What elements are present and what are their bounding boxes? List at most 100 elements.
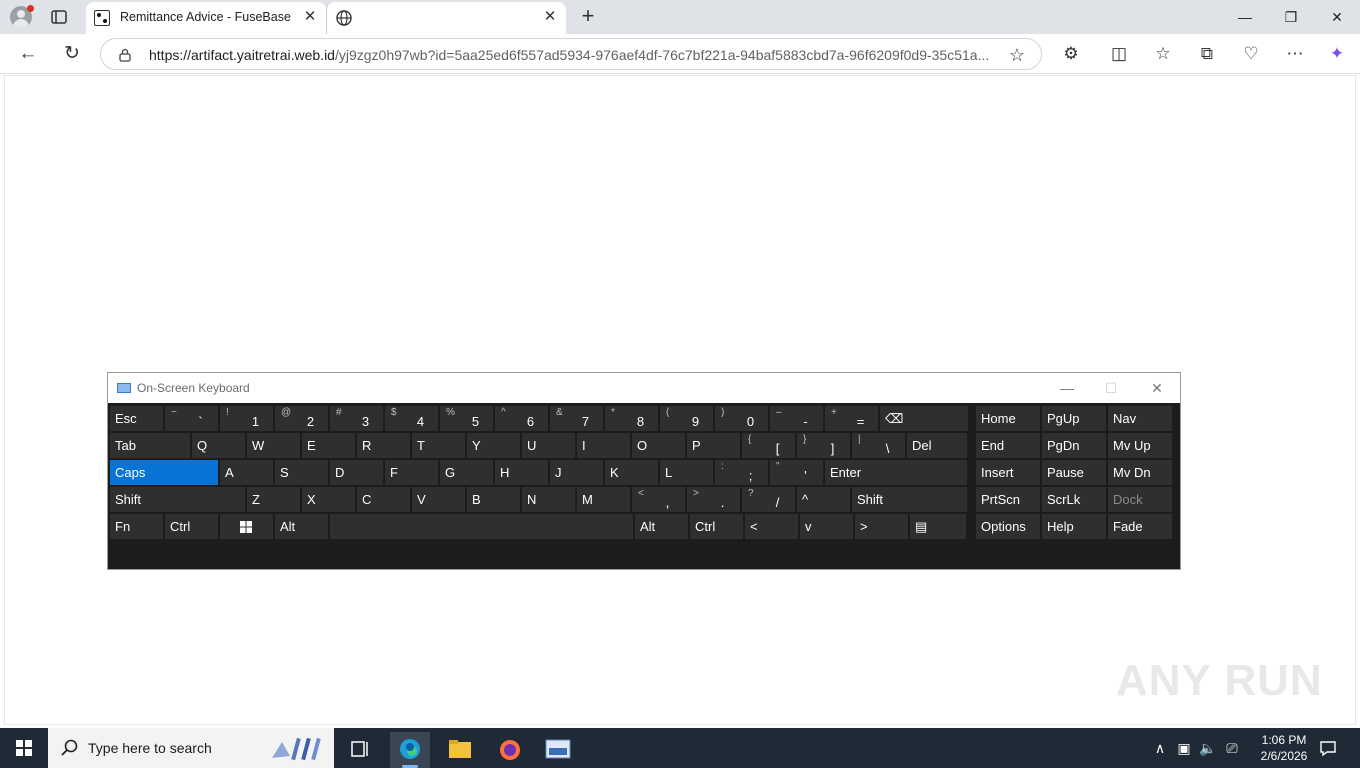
key-blank[interactable]: < — [745, 514, 798, 539]
key-mv-dn[interactable]: Mv Dn — [1108, 460, 1172, 485]
firefox-icon[interactable] — [490, 732, 530, 768]
key-fn[interactable]: Fn — [110, 514, 163, 539]
file-explorer-icon[interactable] — [440, 732, 480, 768]
key-z[interactable]: Z — [247, 487, 300, 512]
key-7[interactable]: & 7 — [550, 406, 603, 431]
key-0[interactable]: ) 0 — [715, 406, 768, 431]
key-t[interactable]: T — [412, 433, 465, 458]
key-v[interactable]: V — [412, 487, 465, 512]
key-r[interactable]: R — [357, 433, 410, 458]
key-a[interactable]: A — [220, 460, 273, 485]
network-icon[interactable]: ⎚ — [1222, 738, 1242, 758]
key-f[interactable]: F — [385, 460, 438, 485]
key-esc[interactable]: Esc — [110, 406, 163, 431]
key-nav[interactable]: Nav — [1108, 406, 1172, 431]
key-insert[interactable]: Insert — [976, 460, 1040, 485]
key-l[interactable]: L — [660, 460, 713, 485]
volume-icon[interactable]: 🔈 — [1198, 738, 1218, 758]
key-alt[interactable]: Alt — [275, 514, 328, 539]
refresh-icon[interactable]: ↻ — [60, 42, 84, 66]
settings-more-icon[interactable]: ⋯ — [1284, 43, 1306, 65]
key-blank[interactable]: – - — [770, 406, 823, 431]
favorites-icon[interactable]: ☆ — [1152, 43, 1174, 65]
key-shift[interactable]: Shift — [852, 487, 967, 512]
key-blank[interactable]: >. — [687, 487, 740, 512]
favorite-star-icon[interactable]: ☆ — [1007, 45, 1027, 65]
key-alt[interactable]: Alt — [635, 514, 688, 539]
key-3[interactable]: #3 — [330, 406, 383, 431]
key-8[interactable]: * 8 — [605, 406, 658, 431]
key-mv-up[interactable]: Mv Up — [1108, 433, 1172, 458]
key-1[interactable]: ! 1 — [220, 406, 273, 431]
browser-essentials-icon[interactable]: ♡ — [1240, 43, 1262, 65]
on-screen-keyboard-taskbar-icon[interactable] — [538, 732, 578, 768]
lock-icon[interactable] — [119, 48, 131, 62]
key-6[interactable]: ^ 6 — [495, 406, 548, 431]
key-blank[interactable]: > — [855, 514, 908, 539]
osk-minimize-icon[interactable]: — — [1056, 378, 1078, 398]
key-9[interactable]: (9 — [660, 406, 713, 431]
restore-window-icon[interactable]: ❐ — [1280, 6, 1302, 28]
key-u[interactable]: U — [522, 433, 575, 458]
key-home[interactable]: Home — [976, 406, 1040, 431]
key-blank[interactable]: :; — [715, 460, 768, 485]
key-blank[interactable]: " ' — [770, 460, 823, 485]
key-e[interactable]: E — [302, 433, 355, 458]
key-blank[interactable]: | \ — [852, 433, 905, 458]
copilot-icon[interactable]: ✦ — [1326, 43, 1348, 65]
edge-taskbar-icon[interactable] — [390, 732, 430, 768]
tab-new-page[interactable]: ✕ — [326, 2, 566, 34]
osk-titlebar[interactable]: On-Screen Keyboard — ☐ ✕ — [108, 373, 1180, 403]
task-view-icon[interactable] — [340, 732, 380, 768]
key-v[interactable]: v — [800, 514, 853, 539]
key-end[interactable]: End — [976, 433, 1040, 458]
taskbar-search-box[interactable]: Type here to search — [48, 728, 334, 768]
key-ctrl[interactable]: Ctrl — [165, 514, 218, 539]
key-help[interactable]: Help — [1042, 514, 1106, 539]
key-k[interactable]: K — [605, 460, 658, 485]
collections-icon[interactable]: ⧉ — [1196, 43, 1218, 65]
key-y[interactable]: Y — [467, 433, 520, 458]
address-bar[interactable]: https://artifact.yaitretrai.web.id/yj9zg… — [100, 38, 1042, 70]
windows-start-icon[interactable] — [0, 728, 48, 768]
key-5[interactable]: % 5 — [440, 406, 493, 431]
key-blank[interactable]: ~ ` — [165, 406, 218, 431]
key-h[interactable]: H — [495, 460, 548, 485]
key-options[interactable]: Options — [976, 514, 1040, 539]
notifications-icon[interactable] — [1318, 738, 1338, 758]
key-prtscn[interactable]: PrtScn — [976, 487, 1040, 512]
tray-chevron-up-icon[interactable]: ∧ — [1150, 738, 1170, 758]
key-i[interactable]: I — [577, 433, 630, 458]
key-space[interactable] — [330, 514, 633, 539]
key-enter[interactable]: Enter — [825, 460, 967, 485]
taskbar-clock[interactable]: 1:06 PM 2/6/2026 — [1254, 732, 1314, 764]
key-scrlk[interactable]: ScrLk — [1042, 487, 1106, 512]
url-text[interactable]: https://artifact.yaitretrai.web.id/yj9zg… — [149, 47, 989, 63]
key-caps[interactable]: Caps — [110, 460, 218, 485]
key-pgdn[interactable]: PgDn — [1042, 433, 1106, 458]
tab-close-icon[interactable]: ✕ — [542, 9, 558, 25]
tab-actions-icon[interactable] — [50, 8, 68, 26]
minimize-window-icon[interactable]: — — [1234, 6, 1256, 28]
key-2[interactable]: @2 — [275, 406, 328, 431]
key-blank[interactable]: + = — [825, 406, 878, 431]
key-blank[interactable]: ^ — [797, 487, 850, 512]
key-blank[interactable]: ? / — [742, 487, 795, 512]
key-j[interactable]: J — [550, 460, 603, 485]
key-blank[interactable]: <, — [632, 487, 685, 512]
close-window-icon[interactable]: ✕ — [1326, 6, 1348, 28]
extensions-icon[interactable]: ⚙ — [1060, 43, 1082, 65]
key-g[interactable]: G — [440, 460, 493, 485]
key-blank[interactable]: ▤ — [910, 514, 966, 539]
key-d[interactable]: D — [330, 460, 383, 485]
key-blank[interactable]: {[ — [742, 433, 795, 458]
key-tab[interactable]: Tab — [110, 433, 190, 458]
osk-close-icon[interactable]: ✕ — [1146, 378, 1168, 398]
new-tab-button[interactable]: + — [576, 5, 600, 29]
key-pause[interactable]: Pause — [1042, 460, 1106, 485]
key-c[interactable]: C — [357, 487, 410, 512]
key-w[interactable]: W — [247, 433, 300, 458]
tab-remittance-advice[interactable]: Remittance Advice - FuseBase ✕ — [86, 2, 326, 34]
key-fade[interactable]: Fade — [1108, 514, 1172, 539]
key-windows[interactable] — [220, 514, 273, 539]
